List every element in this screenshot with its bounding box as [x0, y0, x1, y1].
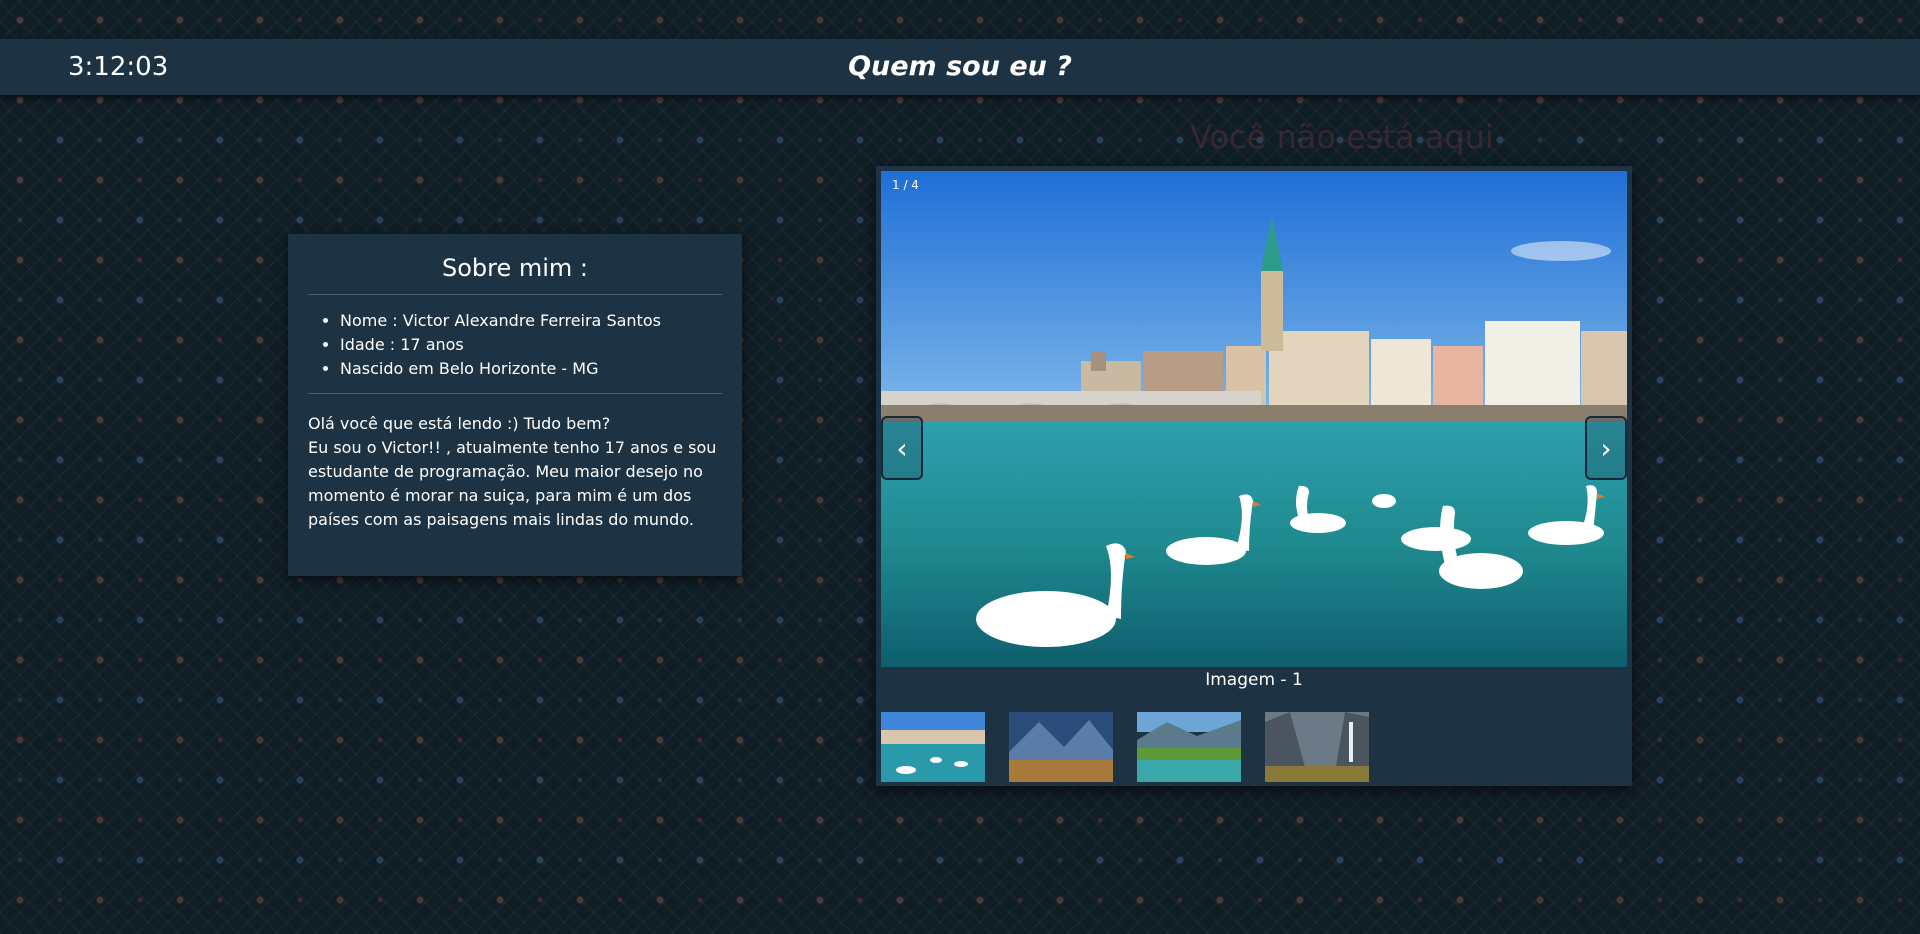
- zurich-swans-image: [881, 171, 1627, 667]
- info-list: Nome : Victor Alexandre Ferreira Santos …: [308, 309, 722, 381]
- image-carousel: 1 / 4 ‹ › Imagem - 1: [876, 166, 1632, 786]
- carousel-prev-button[interactable]: ‹: [881, 416, 923, 480]
- chevron-left-icon: ‹: [896, 432, 908, 465]
- info-name: Nome : Victor Alexandre Ferreira Santos: [340, 309, 722, 333]
- chevron-right-icon: ›: [1600, 432, 1612, 465]
- thumbnail-1[interactable]: [881, 712, 985, 782]
- about-card: Sobre mim : Nome : Victor Alexandre Ferr…: [288, 234, 742, 576]
- page-title: Quem sou eu ?: [848, 51, 1072, 82]
- about-paragraph-line-1: Olá você que está lendo :) Tudo bem?: [308, 414, 611, 433]
- main-slide-image: [881, 171, 1627, 667]
- thumbnail-2[interactable]: [1009, 712, 1113, 782]
- slide-counter: 1 / 4: [892, 178, 919, 192]
- info-birthplace: Nascido em Belo Horizonte - MG: [340, 357, 722, 381]
- thumbnail-4[interactable]: [1265, 712, 1369, 782]
- about-title: Sobre mim :: [441, 254, 589, 282]
- thumbnail-1-image: [881, 712, 985, 782]
- slide-caption: Imagem - 1: [1205, 670, 1303, 690]
- about-divider-bottom: [308, 393, 722, 394]
- thumbnail-2-image: [1009, 712, 1113, 782]
- background-text: Você não está aqui: [1190, 118, 1494, 156]
- info-age: Idade : 17 anos: [340, 333, 722, 357]
- thumbnail-strip: [881, 712, 1627, 782]
- about-divider-top: [308, 294, 722, 295]
- thumbnail-4-image: [1265, 712, 1369, 782]
- top-header: 3:12:03 Quem sou eu ?: [0, 39, 1920, 95]
- carousel-next-button[interactable]: ›: [1585, 416, 1627, 480]
- thumbnail-3-image: [1137, 712, 1241, 782]
- about-paragraph: Olá você que está lendo :) Tudo bem? Eu …: [308, 412, 722, 532]
- about-paragraph-line-2: Eu sou o Victor!! , atualmente tenho 17 …: [308, 438, 717, 529]
- thumbnail-3[interactable]: [1137, 712, 1241, 782]
